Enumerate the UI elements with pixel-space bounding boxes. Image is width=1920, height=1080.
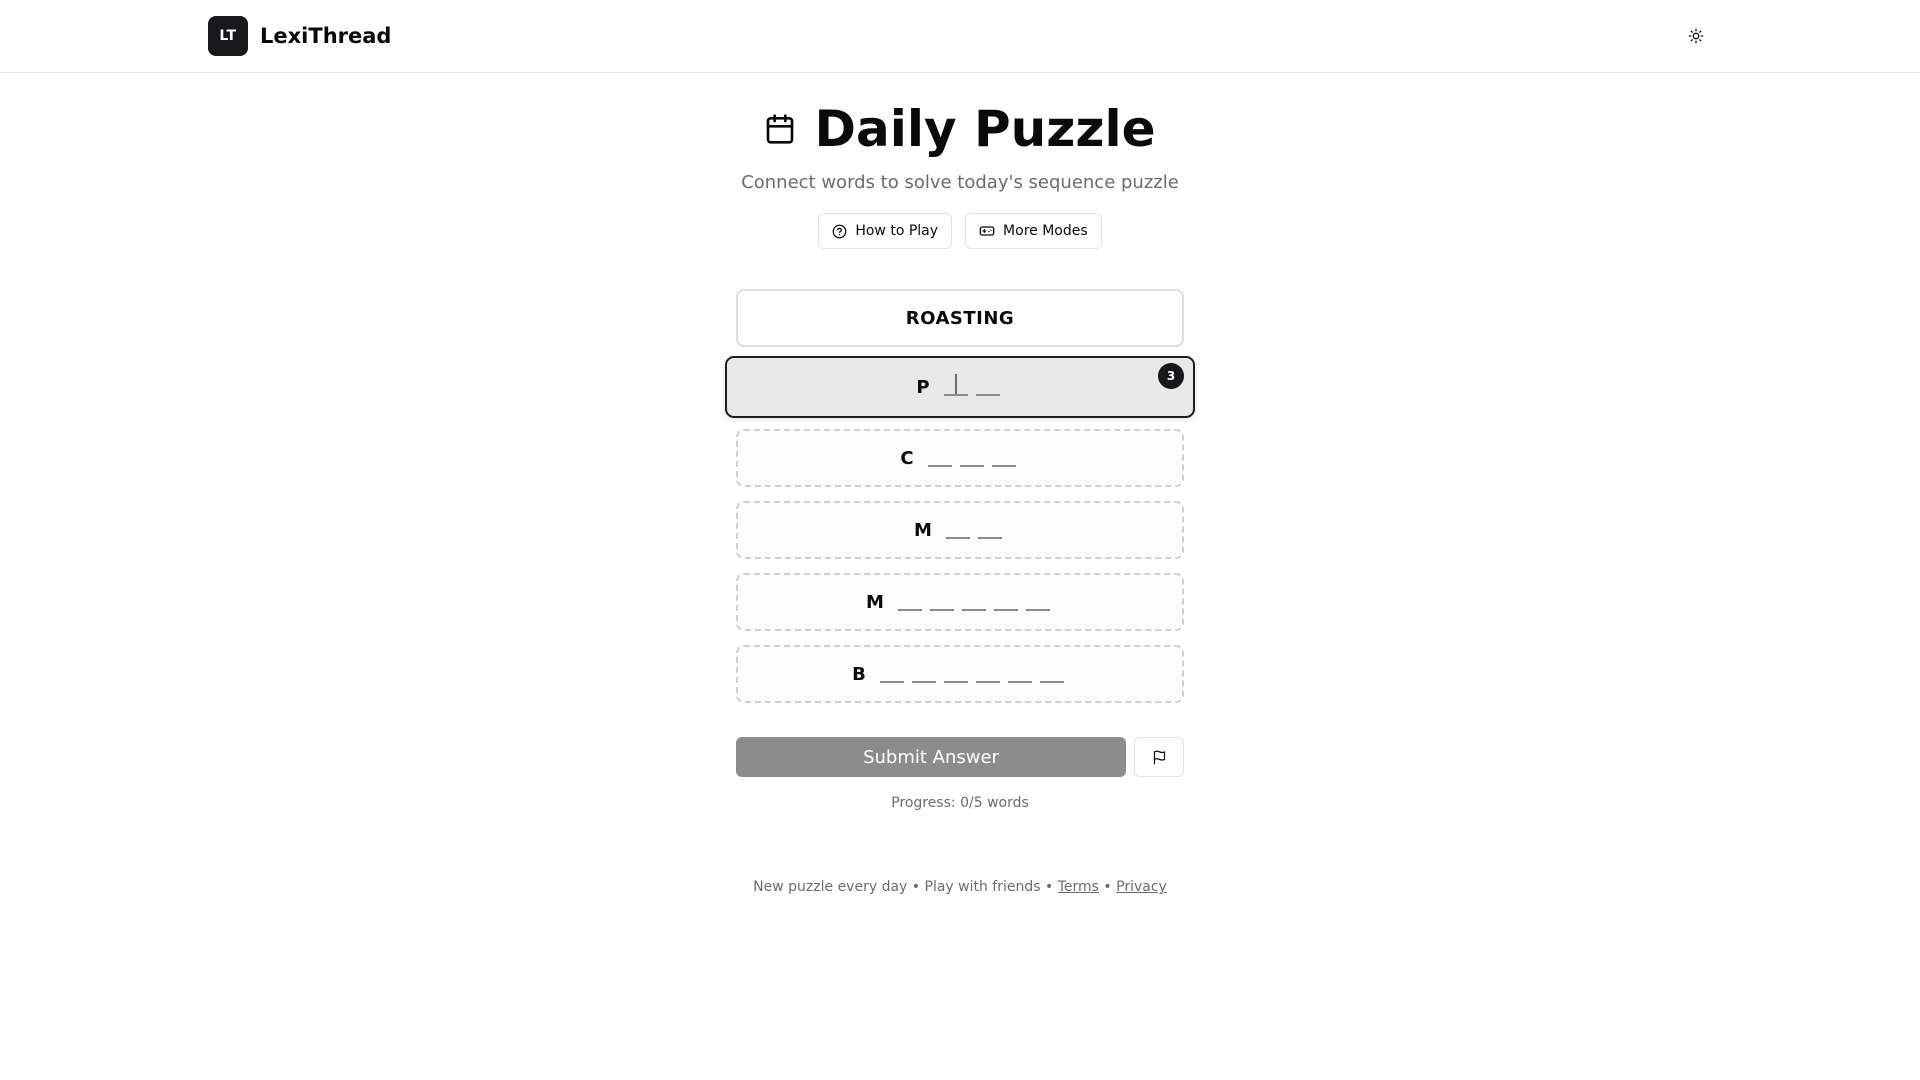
letter-slot [959, 449, 984, 467]
hint-count-badge: 3 [1158, 363, 1184, 389]
letter-slot [929, 593, 954, 611]
letter-slot [945, 521, 970, 539]
letter-slot [897, 593, 922, 611]
word-row-4[interactable]: M [736, 573, 1184, 631]
how-to-play-label: How to Play [855, 223, 939, 239]
letter-slot [1039, 665, 1064, 683]
letter-slot [991, 449, 1016, 467]
first-letter: C [900, 447, 914, 469]
privacy-link[interactable]: Privacy [1116, 879, 1167, 895]
word-row-2[interactable]: C [736, 429, 1184, 487]
footer-text-daily: New puzzle every day [753, 879, 908, 895]
letter-slot [961, 593, 986, 611]
letter-slot [911, 665, 936, 683]
word-row-1[interactable]: P 3 [725, 356, 1195, 418]
letter-slots [894, 591, 1054, 614]
report-flag-button[interactable] [1134, 737, 1184, 777]
progress-text: Progress: 0/5 words [891, 795, 1029, 811]
title-row: Daily Puzzle [0, 96, 1920, 162]
letter-slot [975, 665, 1000, 683]
app-name[interactable]: LexiThread [260, 22, 391, 50]
letter-slots [876, 663, 1068, 686]
mode-button-row: How to Play More Modes [0, 213, 1920, 249]
letter-slot [977, 521, 1002, 539]
first-letter: P [916, 376, 930, 398]
first-letter: M [866, 591, 884, 613]
letter-slot[interactable] [975, 378, 1000, 396]
letter-slot[interactable] [943, 373, 968, 396]
help-circle-icon [832, 224, 847, 238]
footer-separator: • [1103, 879, 1112, 895]
logo-initials: LT [219, 28, 237, 44]
theme-toggle-button[interactable] [1680, 20, 1712, 52]
top-header: LT LexiThread [0, 0, 1920, 73]
footer-separator: • [911, 879, 921, 895]
how-to-play-button[interactable]: How to Play [818, 213, 953, 249]
app-logo[interactable]: LT [208, 16, 248, 56]
footer-separator: • [1045, 879, 1054, 895]
terms-link[interactable]: Terms [1058, 879, 1099, 895]
start-word-row: ROASTING [736, 289, 1184, 347]
letter-slot [1007, 665, 1032, 683]
first-letter: B [852, 663, 866, 685]
letter-slots[interactable] [940, 373, 1004, 399]
more-modes-button[interactable]: More Modes [965, 213, 1102, 249]
letter-slot [1025, 593, 1050, 611]
letter-slot [993, 593, 1018, 611]
letter-slots [942, 519, 1006, 542]
submit-answer-button[interactable]: Submit Answer [736, 737, 1126, 777]
gamepad-icon [979, 226, 995, 236]
more-modes-label: More Modes [1003, 223, 1088, 239]
letter-slot [879, 665, 904, 683]
flag-icon [1153, 750, 1165, 764]
letter-slot [943, 665, 968, 683]
word-row-5[interactable]: B [736, 645, 1184, 703]
letter-slot [927, 449, 952, 467]
footer: New puzzle every day • Play with friends… [0, 877, 1920, 897]
letter-slots [924, 447, 1020, 470]
sun-icon [1688, 28, 1704, 44]
page-title: Daily Puzzle [814, 100, 1156, 158]
first-letter: M [914, 519, 932, 541]
page-subtitle: Connect words to solve today's sequence … [741, 172, 1179, 193]
start-word: ROASTING [905, 307, 1015, 329]
footer-text-friends: Play with friends [924, 879, 1041, 895]
calendar-icon [764, 112, 798, 146]
word-row-3[interactable]: M [736, 501, 1184, 559]
